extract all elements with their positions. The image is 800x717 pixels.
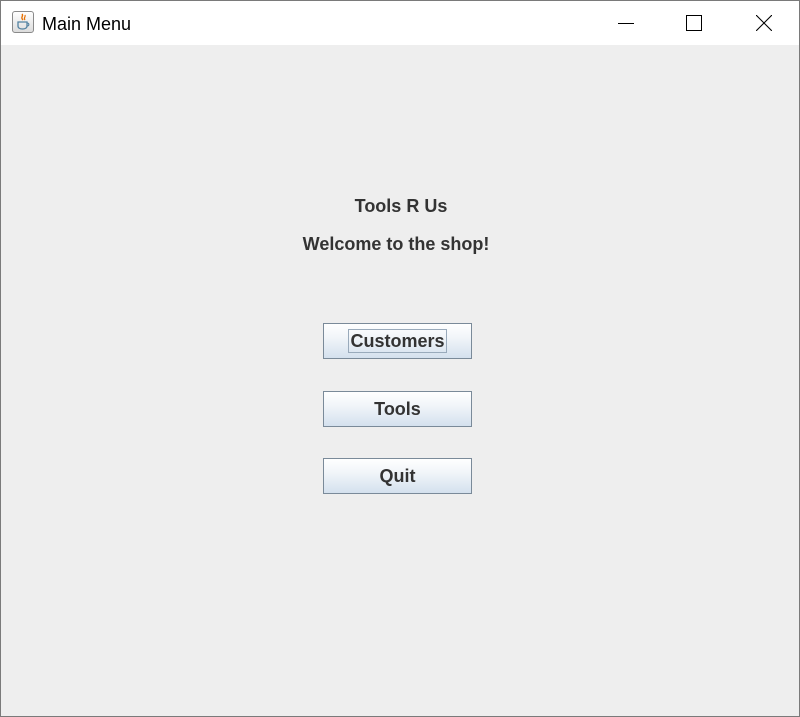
minimize-icon (618, 23, 634, 24)
title-bar[interactable]: Main Menu (1, 1, 799, 45)
java-coffee-cup-icon[interactable] (12, 11, 34, 33)
close-icon (756, 15, 772, 31)
quit-button[interactable]: Quit (323, 458, 472, 494)
quit-button-label: Quit (379, 466, 416, 486)
customers-button[interactable]: Customers (323, 323, 472, 359)
window-title: Main Menu (42, 14, 132, 34)
shop-name-label: Tools R Us (354, 196, 448, 216)
close-button[interactable] (741, 1, 787, 45)
main-menu-panel: Tools R Us Welcome to the shop! Customer… (1, 45, 799, 716)
maximize-button[interactable] (671, 1, 717, 45)
main-menu-window: Main Menu Tools R Us Welcome to the shop… (0, 0, 800, 717)
tools-button[interactable]: Tools (323, 391, 472, 427)
customers-button-label: Customers (348, 329, 447, 353)
welcome-label: Welcome to the shop! (302, 234, 490, 254)
tools-button-label: Tools (374, 399, 421, 419)
minimize-button[interactable] (603, 1, 649, 45)
maximize-icon (686, 15, 702, 31)
